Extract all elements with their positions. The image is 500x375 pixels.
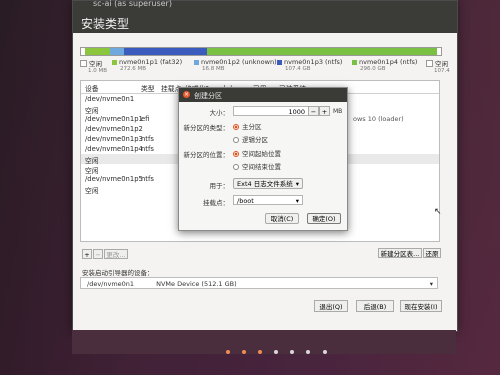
legend-item: 空闲 107.4 xyxy=(426,58,450,74)
add-partition-button[interactable]: + xyxy=(82,249,92,259)
mouse-cursor-icon: ↖ xyxy=(434,207,442,217)
dialog-title: 创建分区 xyxy=(194,92,222,100)
partition-bar-segment xyxy=(84,48,110,55)
row-device: /dev/nvme0n1p2 xyxy=(85,125,143,133)
row-device: /dev/nvme0n1p3 xyxy=(85,135,143,143)
legend-item: nvme0n1p3 (ntfs) 107.4 GB xyxy=(277,58,342,72)
radio-icon xyxy=(233,151,239,157)
legend-label: 空闲 xyxy=(89,60,102,68)
cancel-button[interactable]: 取消(C) xyxy=(265,213,299,224)
boot-device-path: /dev/nvme0n1 xyxy=(87,280,135,288)
change-partition-button[interactable]: 更改... xyxy=(104,249,128,259)
progress-dot-done xyxy=(226,350,230,354)
remove-partition-button[interactable]: − xyxy=(93,249,103,259)
partition-bar-segment xyxy=(206,48,438,55)
legend-size: 16.8 MB xyxy=(202,66,225,72)
type-label: 新分区的类型： xyxy=(183,124,230,132)
legend-item: nvme0n1p2 (unknown) 16.8 MB xyxy=(194,58,277,72)
legend-size: 296.0 GB xyxy=(360,66,386,72)
back-button[interactable]: 后退(B) xyxy=(356,300,394,312)
mount-point-combo[interactable]: /boot ▾ xyxy=(233,195,303,205)
size-label: 大小： xyxy=(209,109,230,117)
ok-button[interactable]: 确定(O) xyxy=(307,213,341,224)
installed-os-partial: ows 10 (loader) xyxy=(353,115,404,123)
row-type: ntfs xyxy=(141,135,154,143)
decrement-button[interactable]: − xyxy=(308,106,319,116)
radio-icon xyxy=(233,137,239,143)
increment-button[interactable]: + xyxy=(319,106,330,116)
location-start-radio[interactable]: 空间起始位置 xyxy=(233,148,281,158)
legend-size: 107.4 GB xyxy=(285,66,311,72)
chevron-down-icon: ▾ xyxy=(295,197,299,205)
legend-swatch xyxy=(352,60,357,65)
partition-bar-segment xyxy=(437,48,441,55)
chevron-down-icon: ▾ xyxy=(429,280,433,288)
size-unit: MB xyxy=(333,108,343,115)
progress-dots xyxy=(226,339,334,354)
legend-label: nvme0n1p4 (ntfs) xyxy=(359,58,418,66)
legend-item: 空闲 1.0 MB xyxy=(80,58,107,74)
close-icon[interactable]: × xyxy=(183,91,190,98)
legend-size: 1.0 MB xyxy=(88,68,108,74)
row-type: ntfs xyxy=(141,175,154,183)
boot-device-select[interactable]: /dev/nvme0n1 NVMe Device (512.1 GB) ▾ xyxy=(80,277,438,289)
column-header[interactable]: 类型 xyxy=(141,83,155,93)
partition-bar-segment xyxy=(109,48,125,55)
dialog-titlebar: × 创建分区 xyxy=(179,88,347,102)
use-as-label: 用于： xyxy=(209,182,230,190)
radio-icon xyxy=(233,124,239,130)
legend-label: nvme0n1p2 (unknown) xyxy=(201,58,277,66)
column-header[interactable]: 设备 xyxy=(85,83,99,93)
new-partition-table-button[interactable]: 新建分区表... xyxy=(378,248,422,258)
row-device: /dev/nvme0n1p4 xyxy=(85,145,143,153)
radio-label: 逻辑分区 xyxy=(242,136,268,144)
progress-dot xyxy=(322,350,327,354)
partition-usage-bar xyxy=(80,47,442,56)
legend-item: nvme0n1p1 (fat32) 272.6 MB xyxy=(112,58,182,72)
radio-icon xyxy=(233,164,239,170)
radio-label: 主分区 xyxy=(242,123,262,131)
legend-swatch xyxy=(112,60,117,65)
row-device: /dev/nvme0n1p5 xyxy=(85,175,143,183)
chevron-down-icon: ▾ xyxy=(295,180,299,188)
row-device: 空闲 xyxy=(85,187,99,195)
legend-swatch xyxy=(426,60,433,67)
mount-point-value: /boot xyxy=(237,197,254,205)
location-end-radio[interactable]: 空间结束位置 xyxy=(233,161,281,171)
window-titlebar: sc-ai (as superuser) 安装类型 xyxy=(73,0,457,33)
legend-label: nvme0n1p1 (fat32) xyxy=(119,58,183,66)
mount-point-label: 挂载点： xyxy=(203,199,229,207)
row-type: ntfs xyxy=(141,145,154,153)
quit-button[interactable]: 退出(Q) xyxy=(314,300,348,312)
legend-size: 107.4 xyxy=(434,68,450,74)
size-input[interactable]: 1000 xyxy=(233,106,309,116)
legend-label: nvme0n1p3 (ntfs) xyxy=(284,58,343,66)
legend-size: 272.6 MB xyxy=(120,66,147,72)
partition-legend: 空闲 1.0 MB nvme0n1p1 (fat32) 272.6 MB nvm… xyxy=(80,58,450,78)
row-type: efi xyxy=(141,115,150,123)
page-title: 安装类型 xyxy=(81,17,130,31)
row-device: /dev/nvme0n1 xyxy=(85,95,135,103)
logical-partition-radio[interactable]: 逻辑分区 xyxy=(233,134,268,144)
legend-label: 空闲 xyxy=(435,60,448,68)
legend-swatch xyxy=(194,60,199,65)
install-now-button[interactable]: 现在安装(I) xyxy=(400,300,442,312)
row-device: /dev/nvme0n1p1 xyxy=(85,115,143,123)
location-label: 新分区的位置： xyxy=(183,151,230,159)
radio-label: 空间起始位置 xyxy=(242,150,281,158)
legend-swatch xyxy=(80,60,87,67)
radio-label: 空间结束位置 xyxy=(242,163,281,171)
boot-device-label: 安装启动引导器的设备： xyxy=(82,269,154,277)
filesystem-value: Ext4 日志文件系统 xyxy=(237,180,293,188)
create-partition-dialog: × 创建分区 大小： 1000 − + MB 新分区的类型： 主分区 逻辑分区 … xyxy=(178,87,348,231)
partition-bar-segment xyxy=(124,48,207,55)
window-subtitle: sc-ai (as superuser) xyxy=(93,0,172,8)
primary-partition-radio[interactable]: 主分区 xyxy=(233,121,262,131)
boot-device-description: NVMe Device (512.1 GB) xyxy=(156,280,237,288)
legend-swatch xyxy=(277,60,282,65)
filesystem-select[interactable]: Ext4 日志文件系统 ▾ xyxy=(233,178,303,189)
legend-item: nvme0n1p4 (ntfs) 296.0 GB xyxy=(352,58,417,72)
revert-button[interactable]: 还原 xyxy=(423,248,441,258)
